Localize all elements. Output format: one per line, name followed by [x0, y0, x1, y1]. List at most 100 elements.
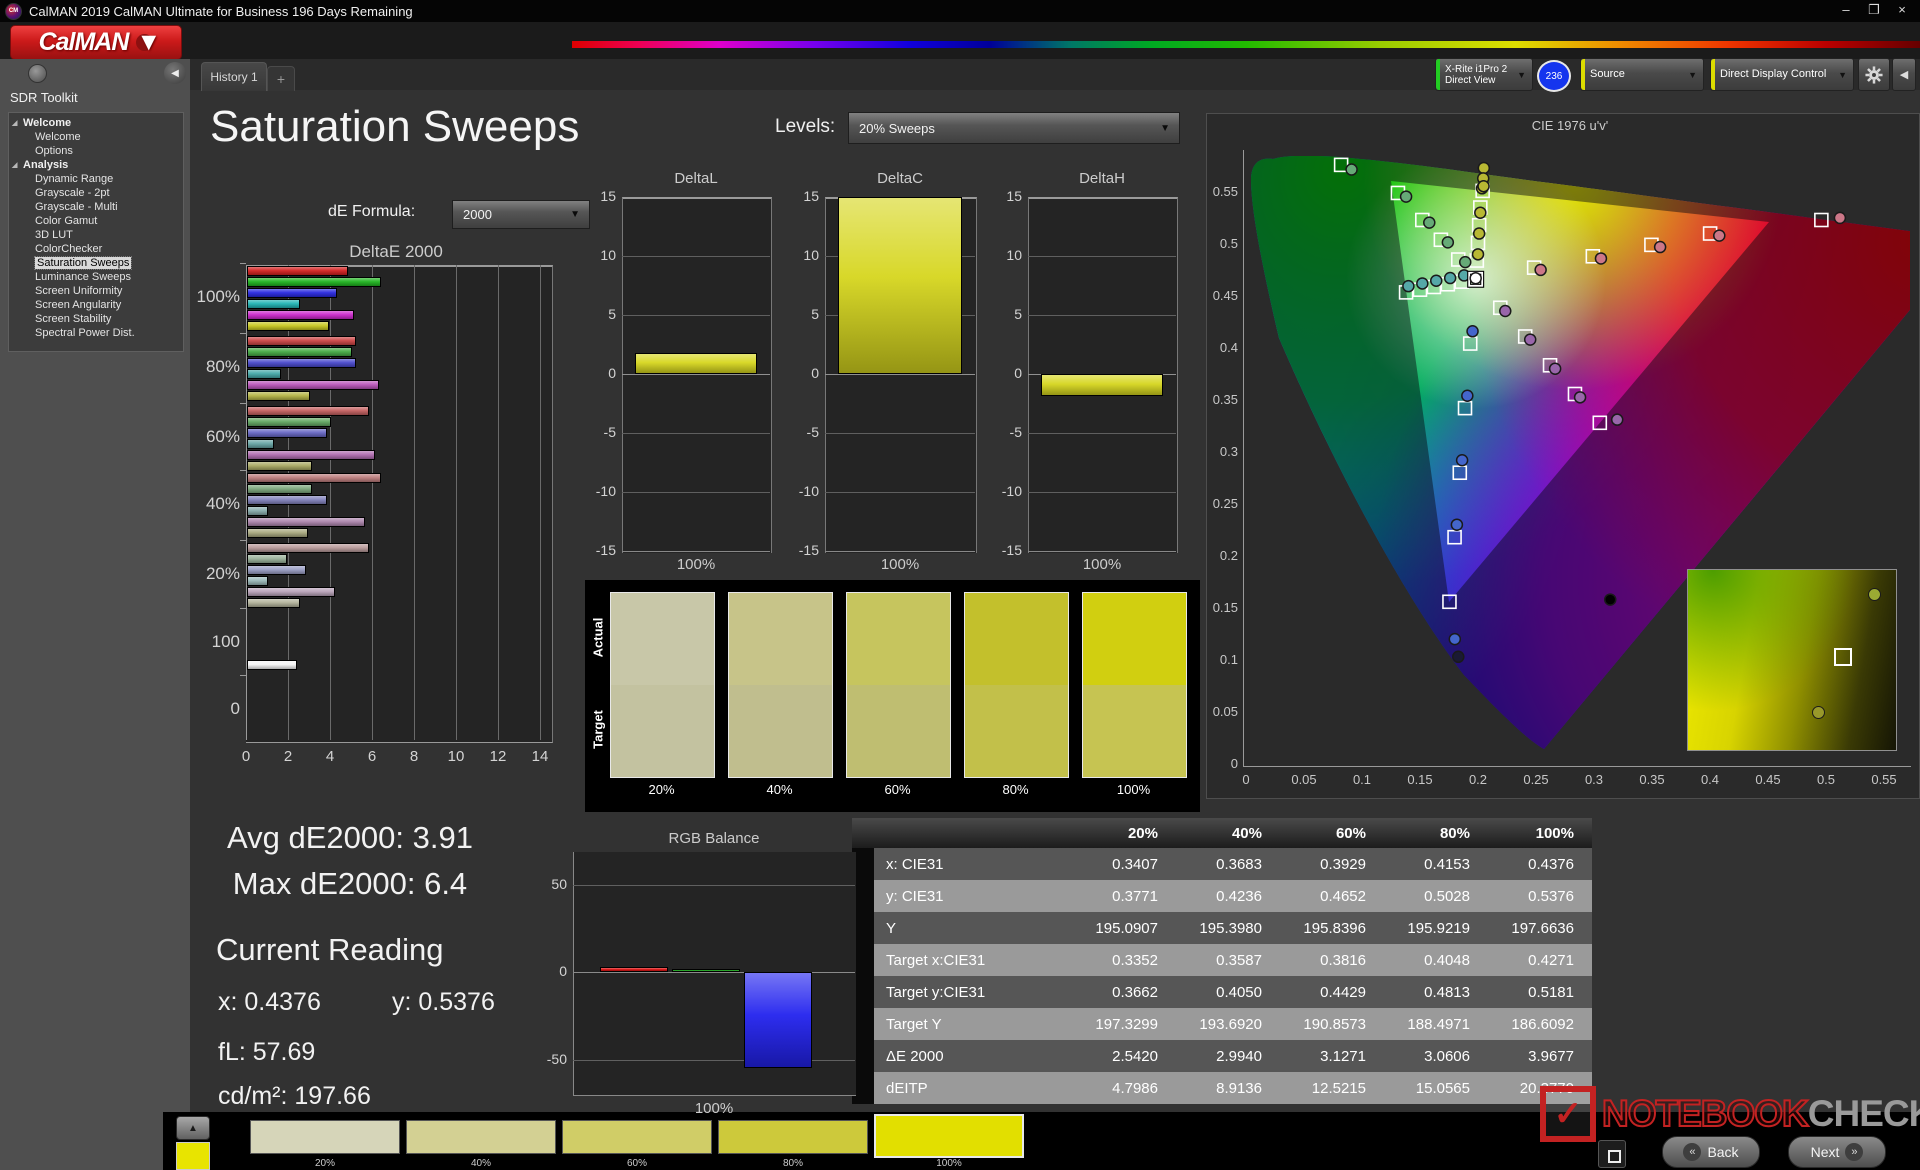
table-cell: 0.5376 [1528, 887, 1574, 905]
sidebar-collapse-button[interactable]: ◀ [164, 62, 186, 84]
deltae-bar-40%-blue [247, 495, 327, 505]
sidebar-item-screen-uniformity[interactable]: Screen Uniformity [9, 284, 183, 298]
back-label: Back [1707, 1144, 1739, 1160]
cie-x-tick: 0.25 [1523, 772, 1549, 787]
group-label: 0 [230, 699, 240, 718]
sidebar-item-dynamic-range[interactable]: Dynamic Range [9, 172, 183, 186]
cie-y-tick: 0.5 [1219, 236, 1238, 251]
table-cell: 0.3352 [1112, 951, 1158, 969]
table-cell: 3.9677 [1528, 1047, 1574, 1065]
x-tick-label: 2 [283, 748, 293, 765]
group-tick [240, 263, 246, 264]
settings-button[interactable] [1858, 58, 1890, 91]
patch-button-60%[interactable] [562, 1120, 712, 1154]
x-axis [622, 551, 770, 552]
table-row-target-y[interactable]: Target Y 197.3299 193.6920 190.8573 188.4971… [852, 1008, 1592, 1040]
source-dropdown[interactable]: Source ▼ [1580, 58, 1704, 91]
table-row--e-2000[interactable]: ΔE 2000 2.5420 2.9940 3.1271 3.0606 3.9677 [852, 1040, 1592, 1072]
minimize-button[interactable]: – [1832, 0, 1860, 22]
deltae-bar-80%-magenta [247, 380, 380, 390]
sidebar-item-screen-stability[interactable]: Screen Stability [9, 312, 183, 326]
y-tick-label: 5 [811, 306, 819, 322]
measured-circle-yellow [1474, 206, 1487, 219]
y-tick-label: -15 [595, 542, 616, 558]
table-cell: 0.4429 [1320, 983, 1366, 1001]
table-row-y[interactable]: Y 195.0907 195.3980 195.8396 195.9219 197.663… [852, 912, 1592, 944]
group-label: 20% [205, 564, 240, 583]
deltae-bar-80%-red [247, 336, 357, 346]
meter-delay-badge[interactable]: 236 [1537, 60, 1571, 92]
group-tick [240, 470, 246, 471]
table-cell: 186.6092 [1511, 1015, 1574, 1033]
y-tick-label: -5 [603, 424, 616, 440]
y-tick-label: 15 [600, 188, 616, 204]
display-control-dropdown[interactable]: Direct Display Control ▼ [1710, 58, 1854, 91]
screen-mode-button[interactable] [1598, 1140, 1626, 1168]
sidebar-item-spectral-power-dist-[interactable]: Spectral Power Dist. [9, 326, 183, 340]
deltae-bar-20%-red [247, 543, 369, 553]
cie-y-tick: 0.15 [1212, 600, 1238, 615]
patch-button-80%[interactable] [718, 1120, 868, 1154]
group-label: 40% [205, 494, 240, 513]
x-tick-label: 14 [531, 748, 549, 765]
close-button[interactable]: × [1888, 0, 1916, 22]
patch-strip-expand-button[interactable]: ▲ [176, 1116, 210, 1140]
sidebar-item-luminance-sweeps[interactable]: Luminance Sweeps [9, 270, 183, 284]
gridline [622, 492, 770, 493]
measured-circle-extra [1477, 179, 1490, 193]
add-tab-button[interactable]: + [267, 66, 295, 91]
patch-button-40%[interactable] [406, 1120, 556, 1154]
table-cell: 15.0565 [1415, 1079, 1470, 1097]
reading-cdm2: cd/m²: 197.66 [218, 1082, 371, 1110]
measured-circle-magenta [1573, 391, 1587, 404]
patch-button-20%[interactable] [250, 1120, 400, 1154]
meter-dropdown[interactable]: X-Rite i1Pro 2 Direct View ▼ [1435, 58, 1533, 91]
table-row-target-y-cie31[interactable]: Target y:CIE31 0.3662 0.4050 0.4429 0.4813 0.… [852, 976, 1592, 1008]
cie-x-tick: 0.1 [1352, 772, 1372, 787]
target-row-label: Target [590, 710, 606, 749]
table-cell: 0.4048 [1424, 951, 1470, 969]
measured-circle-green [1423, 216, 1436, 229]
deltaC-title: DeltaC [877, 170, 923, 187]
patch-label: 100% [936, 1158, 962, 1169]
next-button[interactable]: Next » [1788, 1136, 1886, 1168]
group-tick [240, 675, 246, 676]
deltaL-title: DeltaL [674, 170, 718, 187]
tab-history-1[interactable]: History 1 [201, 62, 267, 91]
table-header: 80% [1439, 824, 1470, 842]
table-cell: 195.3980 [1199, 919, 1262, 937]
sidebar-section-welcome[interactable]: ◢ Welcome [9, 116, 183, 130]
de-formula-dropdown[interactable]: 2000 ▼ [452, 200, 590, 229]
sidebar-item-color-gamut[interactable]: Color Gamut [9, 214, 183, 228]
sidebar-item-welcome[interactable]: Welcome [9, 130, 183, 144]
sidebar-item-grayscale-2pt[interactable]: Grayscale - 2pt [9, 186, 183, 200]
table-row-x-cie31[interactable]: x: CIE31 0.3407 0.3683 0.3929 0.4153 0.4376 [852, 848, 1592, 880]
collapse-panel-button[interactable]: ◀ [1892, 58, 1916, 91]
maximize-button[interactable]: ❐ [1860, 0, 1888, 22]
table-row-y-cie31[interactable]: y: CIE31 0.3771 0.4236 0.4652 0.5028 0.5376 [852, 880, 1592, 912]
table-row-deitp[interactable]: dEITP 4.7986 8.9136 12.5215 15.0565 20.3770 [852, 1072, 1592, 1104]
compare-swatch-label: 60% [884, 782, 911, 797]
back-button[interactable]: « Back [1662, 1136, 1760, 1168]
workflow-toggle-icon[interactable] [28, 64, 47, 83]
calman-menu-button[interactable]: CalMAN ▼ [10, 25, 182, 60]
x-tick-label: 4 [325, 748, 335, 765]
sidebar-item-colorchecker[interactable]: ColorChecker [9, 242, 183, 256]
gridline [825, 492, 975, 493]
sidebar-section-analysis[interactable]: ◢ Analysis [9, 158, 183, 172]
table-row-target-x-cie31[interactable]: Target x:CIE31 0.3352 0.3587 0.3816 0.4048 0.… [852, 944, 1592, 976]
table-cell: 8.9136 [1216, 1079, 1262, 1097]
sidebar-item-grayscale-multi[interactable]: Grayscale - Multi [9, 200, 183, 214]
expand-icon: ◢ [12, 120, 18, 127]
measured-circle-red [1713, 229, 1726, 242]
y-tick-label: 50 [551, 875, 567, 892]
sidebar-item-saturation-sweeps[interactable]: Saturation Sweeps [9, 256, 183, 270]
deltae-bar-100%-green [247, 277, 382, 287]
y-tick-label: -5 [1009, 424, 1022, 440]
sidebar-item-options[interactable]: Options [9, 144, 183, 158]
patch-button-100%[interactable] [874, 1114, 1024, 1158]
sidebar-item-screen-angularity[interactable]: Screen Angularity [9, 298, 183, 312]
sidebar-item-3d-lut[interactable]: 3D LUT [9, 228, 183, 242]
current-reading-title: Current Reading [216, 932, 444, 967]
levels-dropdown[interactable]: 20% Sweeps ▼ [848, 112, 1180, 144]
